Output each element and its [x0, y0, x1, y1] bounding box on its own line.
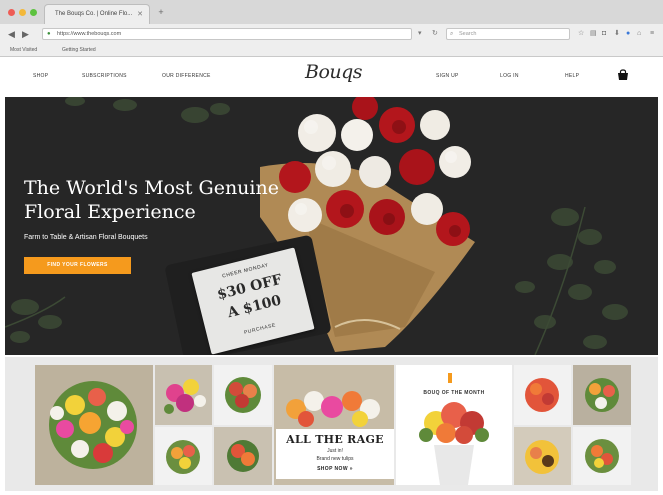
home-icon[interactable]: ⌂: [637, 29, 641, 39]
url-text: https://www.thebouqs.com: [57, 31, 122, 37]
reload-icon[interactable]: ↻: [432, 29, 438, 39]
product-tile-4[interactable]: [155, 427, 212, 485]
nav-subscriptions[interactable]: SUBSCRIPTIONS: [82, 73, 127, 79]
bouq-of-the-month-label: BOUQ OF THE MONTH: [423, 390, 485, 396]
bouquet-image: [155, 365, 212, 425]
nav-sign-up[interactable]: SIGN UP: [436, 73, 459, 79]
window-minimize-icon[interactable]: [19, 9, 26, 16]
hero-subtitle: Farm to Table & Artisan Floral Bouquets: [24, 234, 148, 241]
product-tile-11[interactable]: [573, 427, 631, 485]
product-tile-1[interactable]: [35, 365, 153, 485]
window-close-icon[interactable]: [8, 9, 15, 16]
download-icon[interactable]: ⬇: [614, 29, 620, 39]
nav-help[interactable]: HELP: [565, 73, 579, 79]
hero-image: [5, 97, 658, 355]
browser-tab-bar: The Bouqs Co. | Online Flo... ✕ +: [0, 0, 663, 25]
all-the-rage-title: ALL THE RAGE: [286, 433, 384, 446]
product-tile-2[interactable]: [155, 365, 212, 425]
browser-search-input[interactable]: ⌕ Search: [446, 28, 570, 40]
bookmark-getting-started[interactable]: Getting Started: [62, 47, 96, 53]
close-tab-icon[interactable]: ✕: [137, 10, 143, 18]
forward-icon[interactable]: ▶: [22, 28, 29, 40]
bouquet-image: [514, 365, 571, 425]
star-icon[interactable]: ☆: [578, 29, 584, 39]
search-icon: ⌕: [450, 31, 454, 37]
bouquet-image: [514, 427, 571, 485]
product-tile-3[interactable]: [214, 365, 272, 425]
bouq-of-the-month-image: [396, 365, 512, 485]
hero-banner: CHEER MONDAY $30 OFF A $100 PURCHASE The…: [5, 97, 658, 355]
address-bar[interactable]: ● https://www.thebouqs.com: [42, 28, 412, 40]
nav-log-in[interactable]: LOG IN: [500, 73, 519, 79]
shop-now-link[interactable]: SHOP NOW »: [276, 466, 394, 472]
bouq-of-the-month-tile[interactable]: BOUQ OF THE MONTH: [396, 365, 512, 485]
menu-icon[interactable]: ≡: [650, 29, 654, 39]
bouquet-image: [155, 427, 212, 485]
logo-text: Bouqs: [305, 61, 363, 83]
lock-icon: ●: [47, 31, 51, 37]
find-your-flowers-button[interactable]: FIND YOUR FLOWERS: [24, 257, 131, 274]
reading-list-icon[interactable]: ▤: [590, 29, 597, 39]
bouquet-image: [214, 365, 272, 425]
site-logo[interactable]: Bouqs: [305, 61, 363, 83]
browser-toolbar: ◀ ▶ ● https://www.thebouqs.com ▾ ↻ ⌕ Sea…: [0, 24, 663, 44]
pocket-icon[interactable]: ◘: [602, 29, 606, 39]
bouquet-image: [573, 427, 631, 485]
back-icon[interactable]: ◀: [8, 28, 15, 40]
dropdown-icon[interactable]: ▾: [418, 29, 422, 39]
all-the-rage-subtitle-2: Brand new tulips: [316, 456, 354, 462]
all-the-rage-label[interactable]: ALL THE RAGE Just in! Brand new tulips S…: [276, 429, 394, 479]
window-zoom-icon[interactable]: [30, 9, 37, 16]
hero-title: The World's Most Genuine Floral Experien…: [24, 176, 279, 224]
all-the-rage-subtitle-1: Just in!: [327, 448, 343, 454]
hero-title-line-2: Floral Experience: [24, 201, 196, 223]
extension-icon[interactable]: ●: [626, 29, 630, 39]
search-placeholder: Search: [459, 31, 477, 37]
cart-icon[interactable]: [617, 69, 629, 81]
nav-shop[interactable]: SHOP: [33, 73, 48, 79]
bouquet-image: [573, 365, 631, 425]
new-tab-icon[interactable]: +: [156, 7, 166, 17]
bouquet-image: [35, 365, 153, 485]
hero-title-line-1: The World's Most Genuine: [24, 177, 279, 199]
tab-title: The Bouqs Co. | Online Flo...: [55, 11, 133, 17]
product-tile-10[interactable]: [514, 427, 571, 485]
browser-tab[interactable]: The Bouqs Co. | Online Flo... ✕: [44, 4, 150, 24]
bookmark-most-visited[interactable]: Most Visited: [10, 47, 37, 53]
bookmarks-bar: Most Visited Getting Started: [0, 44, 663, 57]
product-tile-9[interactable]: [573, 365, 631, 425]
product-tile-5[interactable]: [214, 427, 272, 485]
site-header: SHOP SUBSCRIPTIONS OUR DIFFERENCE Bouqs …: [0, 57, 663, 96]
product-tile-8[interactable]: [514, 365, 571, 425]
bouquet-image: [214, 427, 272, 485]
nav-our-difference[interactable]: OUR DIFFERENCE: [162, 73, 211, 79]
